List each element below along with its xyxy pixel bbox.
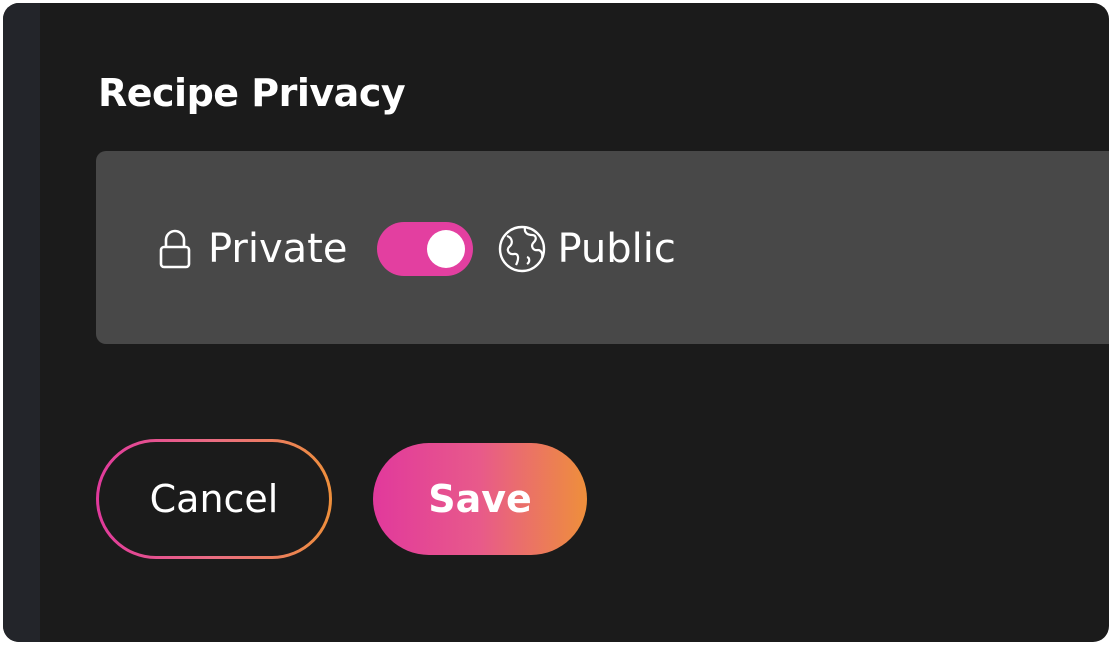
cancel-button[interactable]: Cancel bbox=[96, 439, 332, 559]
lock-icon bbox=[158, 229, 192, 269]
privacy-dialog: Recipe Privacy Private Public Cancel Sav… bbox=[3, 3, 1109, 642]
privacy-panel: Private Public bbox=[96, 151, 1109, 344]
globe-icon bbox=[497, 224, 547, 274]
save-button-label: Save bbox=[428, 477, 532, 521]
page-title: Recipe Privacy bbox=[98, 71, 406, 115]
save-button[interactable]: Save bbox=[373, 443, 587, 555]
privacy-toggle-row: Private Public bbox=[158, 219, 676, 279]
toggle-knob bbox=[427, 230, 466, 268]
privacy-toggle[interactable] bbox=[377, 222, 474, 276]
left-rail bbox=[3, 3, 40, 642]
public-label: Public bbox=[557, 226, 676, 272]
private-label: Private bbox=[208, 226, 348, 272]
cancel-button-label: Cancel bbox=[99, 442, 329, 556]
